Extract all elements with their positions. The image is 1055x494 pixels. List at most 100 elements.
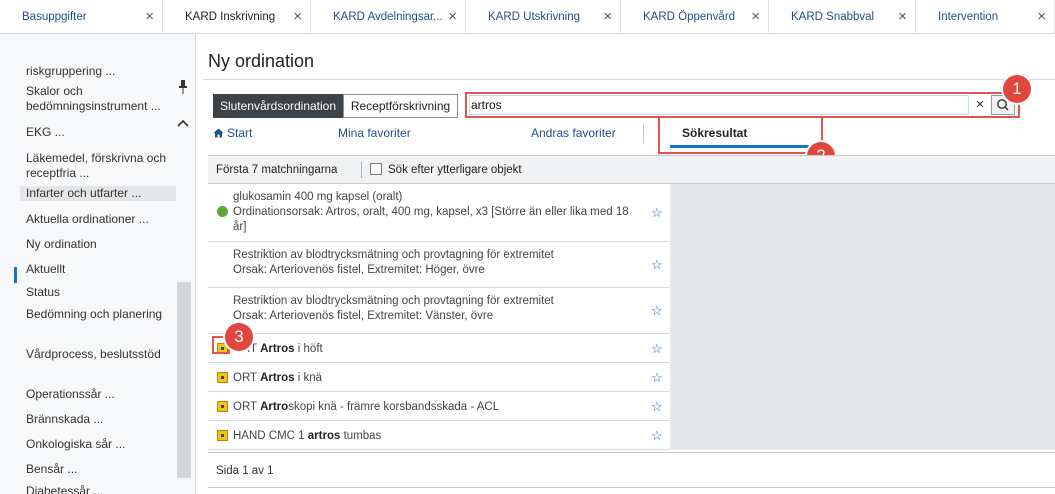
sidebar-item[interactable]: Aktuella ordinationer ... [26, 212, 176, 227]
result-text: ORT Artroskopi knä - främre korsbandsska… [233, 400, 499, 415]
order-set-icon [217, 372, 228, 383]
close-icon[interactable]: × [1037, 9, 1046, 24]
divider [643, 123, 644, 143]
detail-panel [670, 184, 1055, 450]
tab-label: Intervention [938, 11, 999, 23]
page-indicator: Sida 1 av 1 [216, 465, 274, 477]
search-highlight: × [465, 92, 1020, 118]
result-suffix: skopi knä - främre korsbandsskada - ACL [288, 401, 500, 413]
search-more-label[interactable]: Sök efter ytterligare objekt [388, 164, 522, 176]
recept-toggle[interactable]: Receptförskrivning [343, 94, 458, 118]
chevron-up-icon[interactable] [177, 116, 189, 131]
tab-label: KARD Öppenvård [643, 11, 736, 23]
divider [203, 79, 1055, 80]
clear-icon[interactable]: × [970, 96, 990, 114]
results-list: glukosamin 400 mg kapsel (oralt) Ordinati… [208, 184, 670, 450]
close-icon[interactable]: × [603, 9, 612, 24]
result-prefix: HAND CMC 1 [233, 430, 308, 442]
tab-kard-avdelningsar[interactable]: KARD Avdelningsar... × [311, 0, 466, 34]
tab-label: KARD Inskrivning [185, 11, 276, 23]
result-row[interactable]: glukosamin 400 mg kapsel (oralt) Ordinati… [208, 184, 670, 242]
favorite-star-icon[interactable]: ☆ [651, 428, 663, 444]
favorite-star-icon[interactable]: ☆ [651, 205, 663, 221]
sidebar-item[interactable]: Ny ordination [26, 237, 176, 252]
divider [361, 162, 362, 178]
sidebar-item[interactable]: Aktuellt [26, 262, 176, 277]
tab-start-label: Start [227, 126, 253, 140]
tab-label: KARD Snabbval [791, 11, 875, 23]
status-dot-icon [217, 206, 228, 217]
page-title: Ny ordination [208, 51, 315, 71]
result-suffix: i höft [294, 343, 323, 355]
close-icon[interactable]: × [898, 9, 907, 24]
result-row[interactable]: Restriktion av blodtrycksmätning och pro… [208, 288, 670, 334]
result-row[interactable]: HAND CMC 1 artros tumbas ☆ [208, 421, 670, 450]
sidebar-item[interactable]: Operationssår ... [26, 387, 176, 402]
tab-mina-favoriter[interactable]: Mina favoriter [338, 126, 411, 140]
close-icon[interactable]: × [293, 9, 302, 24]
favorite-star-icon[interactable]: ☆ [651, 303, 663, 319]
favorite-star-icon[interactable]: ☆ [651, 341, 663, 357]
sidebar-item[interactable]: Bedömning och planering [26, 307, 176, 322]
favorite-star-icon[interactable]: ☆ [651, 399, 663, 415]
tab-kard-utskrivning[interactable]: KARD Utskrivning × [466, 0, 621, 34]
result-text: Restriktion av blodtrycksmätning och pro… [233, 249, 554, 261]
sidebar-item[interactable]: Status [26, 285, 176, 300]
result-row[interactable]: ORT Artroskopi knä - främre korsbandsska… [208, 392, 670, 421]
sidebar-item[interactable]: Skalor och bedömningsinstrument ... [26, 84, 176, 114]
result-text: Orsak: Arteriovenös fistel, Extremitet: … [233, 310, 494, 322]
result-match: Artros [260, 343, 295, 355]
favorite-star-icon[interactable]: ☆ [651, 370, 663, 386]
sidebar-item[interactable]: Diabetessår ... [26, 484, 176, 494]
match-count-label: Första 7 matchningarna [216, 164, 338, 176]
result-text: år] [233, 221, 247, 233]
result-text: glukosamin 400 mg kapsel (oralt) [233, 191, 403, 203]
search-input[interactable] [471, 96, 961, 114]
result-text: HAND CMC 1 artros tumbas [233, 429, 381, 444]
tab-kard-snabbval[interactable]: KARD Snabbval × [769, 0, 916, 34]
result-row[interactable]: Restriktion av blodtrycksmätning och pro… [208, 242, 670, 288]
sidebar-item[interactable]: Brännskada ... [26, 412, 176, 427]
tab-label: KARD Utskrivning [488, 11, 581, 23]
sidebar-item[interactable]: Bensår ... [26, 462, 176, 477]
main-panel: Ny ordination Slutenvårdsordination Rece… [203, 34, 1055, 494]
slutenvard-toggle[interactable]: Slutenvårdsordination [213, 94, 343, 118]
sidebar-item[interactable]: Onkologiska sår ... [26, 437, 176, 452]
tab-start[interactable]: Start [213, 126, 252, 140]
result-match: Artros [260, 372, 295, 384]
tab-intervention[interactable]: Intervention × [916, 0, 1055, 34]
close-icon[interactable]: × [145, 9, 154, 24]
close-icon[interactable]: × [448, 9, 457, 24]
pagination-bar: Sida 1 av 1 [208, 452, 1055, 488]
tab-kard-inskrivning[interactable]: KARD Inskrivning × [163, 0, 311, 34]
tab-kard-öppenvård[interactable]: KARD Öppenvård × [621, 0, 769, 34]
result-row[interactable]: ORT Artros i höft ☆ [208, 334, 670, 363]
result-prefix: ORT [233, 401, 261, 413]
sidebar-item[interactable]: Vårdprocess, beslutsstöd [26, 347, 176, 362]
tab-basuppgifter[interactable]: Basuppgifter × [0, 0, 163, 34]
favorite-star-icon[interactable]: ☆ [651, 257, 663, 273]
result-match: artros [307, 430, 341, 442]
filter-bar: Första 7 matchningarna Sök efter ytterli… [208, 156, 1055, 184]
annotation-badge-3: 3 [225, 323, 253, 351]
search-more-checkbox[interactable] [370, 163, 382, 175]
order-set-icon [217, 401, 228, 412]
home-icon [213, 128, 224, 138]
sidebar-item[interactable]: Läkemedel, förskrivna och receptfria ... [26, 151, 176, 181]
pin-icon[interactable] [178, 80, 188, 94]
sidebar-scrollbar[interactable] [177, 282, 191, 478]
tab-andras-favoriter[interactable]: Andras favoriter [531, 126, 616, 140]
sidebar-item[interactable]: riskgruppering ... [26, 64, 176, 79]
order-set-icon [217, 430, 228, 441]
close-icon[interactable]: × [751, 9, 760, 24]
result-suffix: tumbas [340, 430, 382, 442]
result-text: Restriktion av blodtrycksmätning och pro… [233, 295, 554, 307]
result-text: Orsak: Arteriovenös fistel, Extremitet: … [233, 264, 485, 276]
sidebar-item[interactable]: Infarter och utfarter ... [20, 186, 176, 201]
active-indicator [14, 267, 17, 283]
result-row[interactable]: ORT Artros i knä ☆ [208, 363, 670, 392]
sidebar-item[interactable]: EKG ... [26, 125, 176, 140]
result-suffix: i knä [294, 372, 323, 384]
result-match: Artro [260, 401, 289, 413]
tab-label: Basuppgifter [22, 11, 87, 23]
